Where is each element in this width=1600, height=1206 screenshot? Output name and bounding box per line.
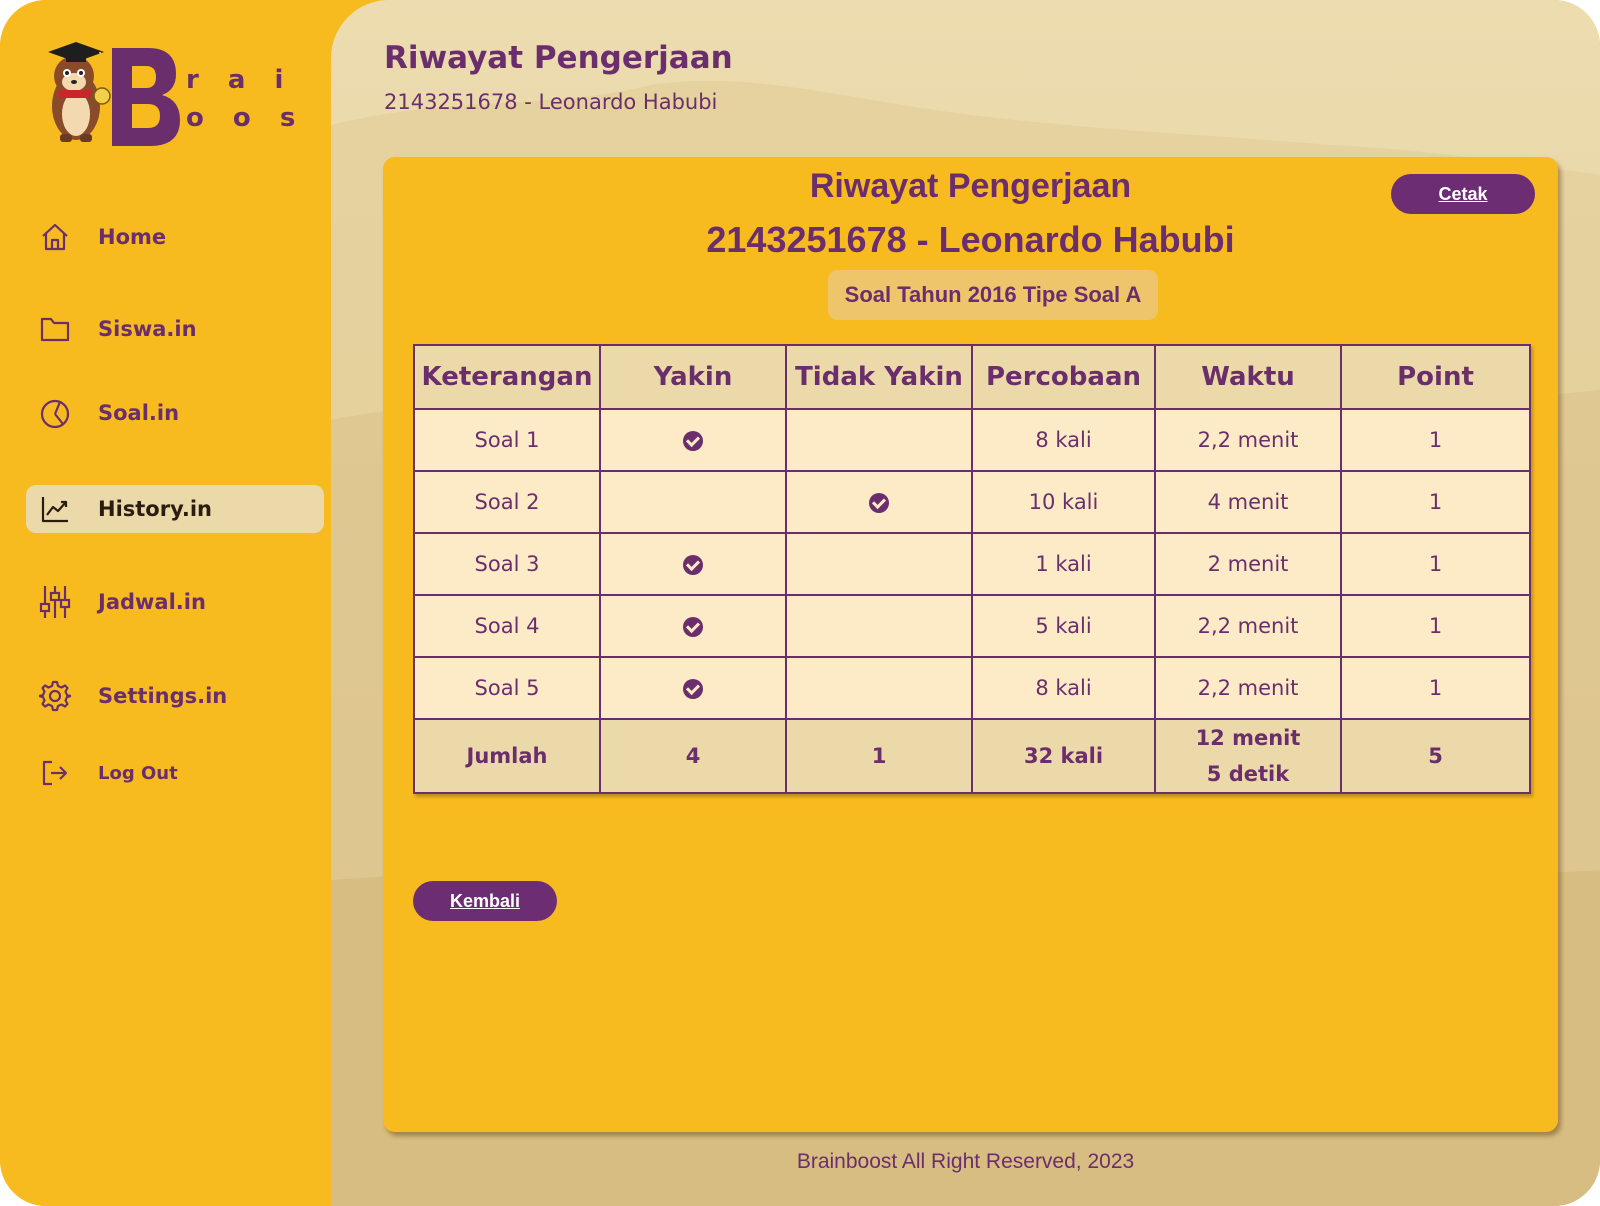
sidebar-item-label: History.in xyxy=(98,497,212,521)
sidebar-item-label: Siswa.in xyxy=(98,317,197,341)
back-button[interactable]: Kembali xyxy=(413,881,557,921)
table-row: Soal 3 1 kali 2 menit 1 xyxy=(413,532,1531,596)
check-circle-icon xyxy=(683,555,703,575)
percobaan-cell: 10 kali xyxy=(971,470,1156,534)
row-label: Soal 2 xyxy=(413,470,601,534)
total-percobaan: 32 kali xyxy=(971,718,1156,794)
svg-text:o o s t: o o s t xyxy=(186,103,306,133)
column-header: Tidak Yakin xyxy=(785,344,973,410)
tidak-yakin-cell xyxy=(785,656,973,720)
yakin-cell xyxy=(599,470,787,534)
waktu-cell: 4 menit xyxy=(1154,470,1342,534)
svg-text:r a i n: r a i n xyxy=(186,65,306,95)
sidebar-item-soal[interactable]: Soal.in xyxy=(26,389,324,437)
pie-chart-icon xyxy=(38,396,72,430)
sidebar-item-label: Settings.in xyxy=(98,684,228,708)
yakin-cell xyxy=(599,408,787,472)
row-label: Soal 1 xyxy=(413,408,601,472)
total-point: 5 xyxy=(1340,718,1531,794)
percobaan-cell: 8 kali xyxy=(971,408,1156,472)
check-circle-icon xyxy=(683,679,703,699)
point-cell: 1 xyxy=(1340,656,1531,720)
tidak-yakin-cell xyxy=(785,532,973,596)
sidebar: r a i n o o s t Home Siswa.in xyxy=(0,0,330,1206)
yakin-cell xyxy=(599,594,787,658)
app-window: r a i n o o s t Home Siswa.in xyxy=(0,0,1600,1206)
mascot-icon xyxy=(48,42,111,142)
table-row: Soal 2 10 kali 4 menit 1 xyxy=(413,470,1531,534)
row-label: Soal 3 xyxy=(413,532,601,596)
yakin-cell xyxy=(599,532,787,596)
footer-text: Brainboost All Right Reserved, 2023 xyxy=(796,1150,1135,1173)
waktu-cell: 2 menit xyxy=(1154,532,1342,596)
total-waktu-line1: 12 menit xyxy=(1195,726,1301,750)
brainboost-logo[interactable]: r a i n o o s t xyxy=(36,38,306,156)
row-label: Soal 5 xyxy=(413,656,601,720)
history-table: Keterangan Yakin Tidak Yakin Percobaan W… xyxy=(413,344,1531,794)
total-row: Jumlah 4 1 32 kali 12 menit 5 detik 5 xyxy=(413,718,1531,794)
point-cell: 1 xyxy=(1340,408,1531,472)
percobaan-cell: 1 kali xyxy=(971,532,1156,596)
tidak-yakin-cell xyxy=(785,470,973,534)
total-label: Jumlah xyxy=(413,718,601,794)
table-row: Soal 4 5 kali 2,2 menit 1 xyxy=(413,594,1531,658)
total-waktu-line2: 5 detik xyxy=(1206,762,1290,786)
waktu-cell: 2,2 menit xyxy=(1154,594,1342,658)
sliders-icon xyxy=(38,585,72,619)
sidebar-item-jadwal[interactable]: Jadwal.in xyxy=(26,578,324,626)
table-header-row: Keterangan Yakin Tidak Yakin Percobaan W… xyxy=(413,344,1531,410)
waktu-cell: 2,2 menit xyxy=(1154,408,1342,472)
table-row: Soal 1 8 kali 2,2 menit 1 xyxy=(413,408,1531,472)
sidebar-item-settings[interactable]: Settings.in xyxy=(26,672,324,720)
tidak-yakin-cell xyxy=(785,594,973,658)
gear-icon xyxy=(38,679,72,713)
sidebar-item-logout[interactable]: Log Out xyxy=(26,749,324,797)
column-header: Point xyxy=(1340,344,1531,410)
page-subtitle: 2143251678 - Leonardo Habubi xyxy=(384,90,718,114)
sidebar-item-label: Home xyxy=(98,225,167,249)
total-waktu: 12 menit 5 detik xyxy=(1154,718,1342,794)
sidebar-item-label: Soal.in xyxy=(98,401,180,425)
logout-icon xyxy=(38,756,72,790)
history-card: Riwayat Pengerjaan 2143251678 - Leonardo… xyxy=(383,157,1558,1132)
point-cell: 1 xyxy=(1340,470,1531,534)
sidebar-item-home[interactable]: Home xyxy=(26,213,324,261)
page-title: Riwayat Pengerjaan xyxy=(384,40,733,76)
sidebar-item-label: Jadwal.in xyxy=(98,590,206,614)
tidak-yakin-cell xyxy=(785,408,973,472)
total-tidak-yakin: 1 xyxy=(785,718,973,794)
column-header: Keterangan xyxy=(413,344,601,410)
exam-type-badge: Soal Tahun 2016 Tipe Soal A xyxy=(828,270,1158,320)
point-cell: 1 xyxy=(1340,532,1531,596)
check-circle-icon xyxy=(869,493,889,513)
percobaan-cell: 8 kali xyxy=(971,656,1156,720)
column-header: Yakin xyxy=(599,344,787,410)
check-circle-icon xyxy=(683,617,703,637)
percobaan-cell: 5 kali xyxy=(971,594,1156,658)
trending-up-icon xyxy=(38,492,72,526)
main-content: Riwayat Pengerjaan 2143251678 - Leonardo… xyxy=(331,0,1600,1206)
point-cell: 1 xyxy=(1340,594,1531,658)
card-title: Riwayat Pengerjaan xyxy=(809,167,1132,205)
card-subtitle: 2143251678 - Leonardo Habubi xyxy=(706,219,1235,260)
table-row: Soal 5 8 kali 2,2 menit 1 xyxy=(413,656,1531,720)
total-yakin: 4 xyxy=(599,718,787,794)
home-icon xyxy=(38,220,72,254)
row-label: Soal 4 xyxy=(413,594,601,658)
sidebar-item-history[interactable]: History.in xyxy=(26,485,324,533)
folder-icon xyxy=(38,312,72,346)
waktu-cell: 2,2 menit xyxy=(1154,656,1342,720)
print-button[interactable]: Cetak xyxy=(1391,174,1535,214)
yakin-cell xyxy=(599,656,787,720)
column-header: Percobaan xyxy=(971,344,1156,410)
column-header: Waktu xyxy=(1154,344,1342,410)
sidebar-item-label: Log Out xyxy=(98,762,178,784)
sidebar-item-siswa[interactable]: Siswa.in xyxy=(26,305,324,353)
check-circle-icon xyxy=(683,431,703,451)
